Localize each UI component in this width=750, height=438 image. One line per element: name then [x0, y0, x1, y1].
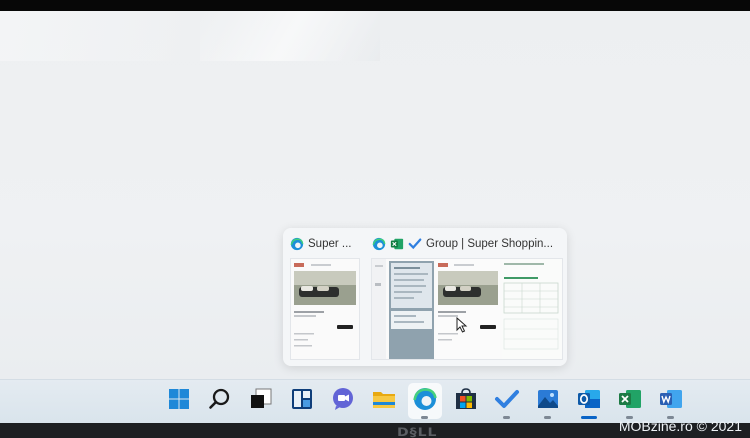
- preview-card-1-header[interactable]: Super ...: [290, 236, 351, 252]
- photos-icon: [538, 390, 558, 408]
- excel-button[interactable]: [617, 386, 643, 412]
- excel-icon: [619, 390, 641, 408]
- todo-button[interactable]: [494, 386, 520, 412]
- preview-card-2-thumbnail[interactable]: [371, 258, 563, 360]
- teams-chat-icon: [333, 388, 353, 410]
- watermark: MOBzine.ro © 2021: [618, 418, 742, 434]
- widgets-icon: [292, 389, 312, 409]
- todo-icon: [495, 390, 519, 408]
- widgets-button[interactable]: [289, 386, 315, 412]
- start-button[interactable]: [166, 386, 192, 412]
- store-button[interactable]: [453, 386, 479, 412]
- edge-icon: [413, 388, 437, 410]
- store-icon: [456, 388, 476, 409]
- search-icon: [209, 388, 230, 409]
- todo-icon: [408, 238, 422, 250]
- todo-running-indicator: [503, 416, 510, 419]
- preview-card-2-title: Group | Super Shoppin...: [426, 238, 554, 250]
- photos-running-indicator: [544, 416, 551, 419]
- edge-running-indicator: [421, 416, 428, 419]
- preview-card-1-thumbnail[interactable]: [290, 258, 360, 360]
- desktop-window-ghost-highlight: [200, 11, 380, 61]
- preview-card-2-header[interactable]: Group | Super Shoppin...: [372, 236, 553, 252]
- outlook-active-indicator: [581, 416, 597, 419]
- edge-icon: [290, 237, 304, 251]
- start-icon: [169, 389, 189, 409]
- task-view-button[interactable]: [248, 386, 274, 412]
- snap-group-thumbnail: [372, 259, 562, 359]
- shopping-site-thumbnail: [294, 263, 356, 347]
- edge-icon: [372, 237, 386, 251]
- search-button[interactable]: [207, 386, 233, 412]
- top-bezel: [0, 0, 750, 11]
- outlook-button[interactable]: [576, 386, 602, 412]
- monitor-logo: D§LL: [397, 426, 438, 438]
- mouse-cursor-icon: [456, 317, 468, 333]
- task-view-icon: [251, 388, 272, 408]
- file-explorer-icon: [373, 392, 395, 408]
- edge-button[interactable]: [412, 386, 438, 412]
- excel-icon: [390, 238, 404, 250]
- screen: Super ... Group | Super Shoppin... D§LL …: [0, 0, 750, 438]
- word-icon: [660, 390, 682, 408]
- chat-button[interactable]: [330, 386, 356, 412]
- preview-card-1-title: Super ...: [308, 238, 352, 250]
- file-explorer-button[interactable]: [371, 386, 397, 412]
- word-button[interactable]: [658, 386, 684, 412]
- outlook-icon: [578, 390, 600, 408]
- photos-button[interactable]: [535, 386, 561, 412]
